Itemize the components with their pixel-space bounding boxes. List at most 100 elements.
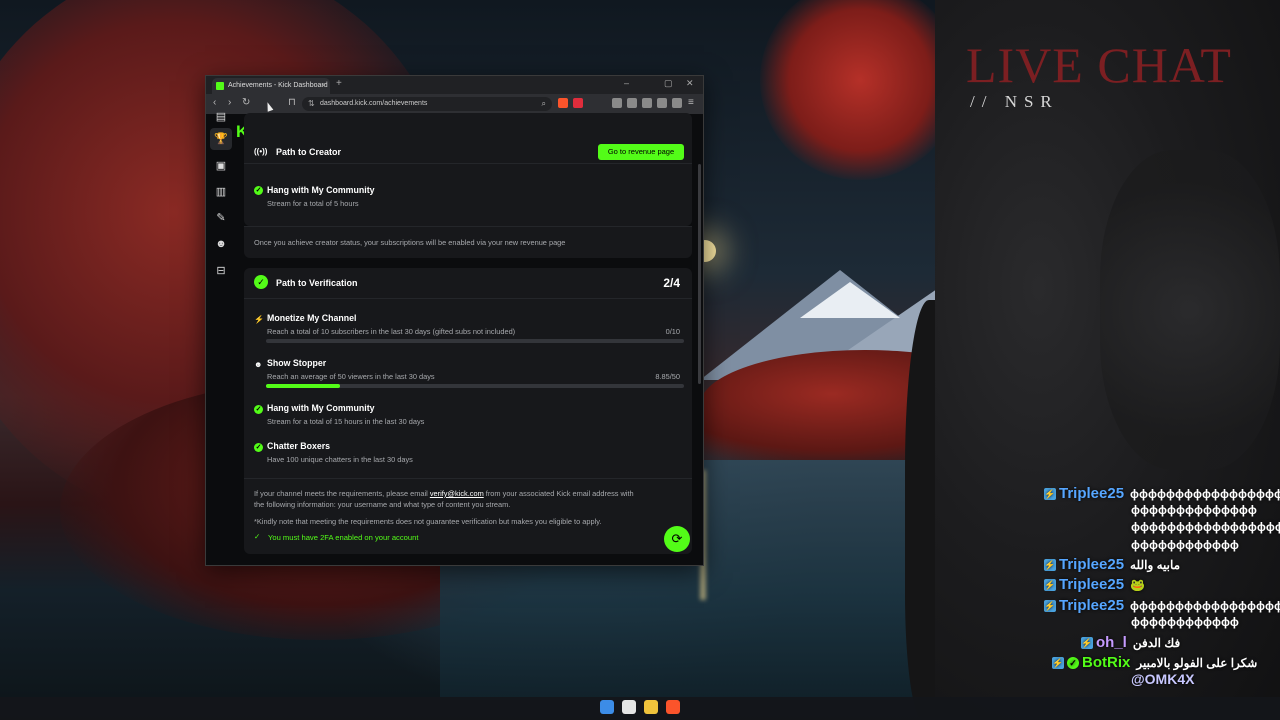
- item-title: Show Stopper: [267, 358, 327, 368]
- maximize-button[interactable]: ▢: [664, 78, 673, 89]
- tab-close-icon[interactable]: ×: [321, 78, 326, 94]
- verification-note: If your channel meets the requirements, …: [254, 488, 694, 510]
- brave-browser-icon[interactable]: [666, 700, 680, 714]
- chat-mention: @OMK4X: [1131, 671, 1195, 687]
- verify-email-link[interactable]: verify@kick.com: [430, 489, 484, 498]
- subscriber-badge-icon: ⚡: [1044, 558, 1056, 571]
- tab-title: Achievements - Kick Dashboard: [228, 82, 328, 89]
- back-icon[interactable]: ‹: [213, 97, 216, 108]
- check-icon: ✓: [254, 405, 263, 414]
- divider: [244, 298, 692, 299]
- item-subtitle: Reach an average of 50 viewers in the la…: [267, 372, 435, 381]
- disclaimer: *Kindly note that meeting the requiremen…: [254, 517, 602, 526]
- browser-toolbar: ‹ › ↻ ⊓ ⇅ dashboard.kick.com/achievement…: [206, 94, 703, 114]
- video-icon[interactable]: ▣: [214, 159, 228, 173]
- item-progress-value: 8.85/50: [655, 372, 680, 381]
- taskbar: [0, 697, 1280, 720]
- subscriber-badge-icon: ⚡: [1044, 578, 1056, 591]
- chat-username: Triplee25: [1059, 576, 1125, 593]
- zoom-icon[interactable]: ⌕: [542, 97, 546, 111]
- path-to-creator-title: Path to Creator: [276, 147, 342, 157]
- scrollbar[interactable]: [698, 164, 701, 384]
- close-window-button[interactable]: ✕: [686, 78, 694, 89]
- subscriber-badge-icon: ⚡: [1081, 636, 1093, 649]
- go-to-revenue-button[interactable]: Go to revenue page: [598, 144, 684, 160]
- verified-badge-icon: ✓: [254, 275, 268, 289]
- url-text: dashboard.kick.com/achievements: [320, 100, 428, 107]
- windows-start-icon[interactable]: [600, 700, 614, 714]
- creator-note: Once you achieve creator status, your su…: [254, 238, 566, 247]
- path-to-creator-card: ((•)) Path to Creator Go to revenue page…: [244, 113, 692, 226]
- item-subtitle: Have 100 unique chatters in the last 30 …: [267, 455, 413, 464]
- monetize-icon: ⚡: [254, 315, 264, 324]
- subscriber-badge-icon: ⚡: [1052, 656, 1064, 669]
- creator-note-panel: Once you achieve creator status, your su…: [244, 226, 692, 258]
- item-subtitle: Stream for a total of 15 hours in the la…: [267, 417, 425, 426]
- address-bar[interactable]: ⇅ dashboard.kick.com/achievements ⌕: [302, 97, 552, 111]
- chat-text: ɸɸɸɸɸɸɸɸɸɸɸɸɸɸɸɸɸɸɸɸɸ: [1130, 486, 1280, 501]
- chat-message: ⚡ oh_l فك الدفن: [1081, 634, 1180, 651]
- brave-shields-icon[interactable]: [558, 98, 568, 108]
- leo-icon[interactable]: [672, 98, 682, 108]
- stream-icon[interactable]: ⊟: [214, 264, 228, 278]
- chat-text-continued: ɸɸɸɸɸɸɸɸɸɸɸɸ: [1131, 538, 1239, 552]
- divider: [244, 226, 692, 227]
- progress-track: [266, 384, 684, 388]
- item-title: Hang with My Community: [267, 403, 375, 413]
- verified-badge-icon: ✓: [1067, 656, 1079, 669]
- vpn-icon[interactable]: [657, 98, 667, 108]
- chat-username: oh_l: [1096, 634, 1127, 651]
- red-leaves: [760, 0, 960, 180]
- menu-icon[interactable]: ≡: [688, 97, 694, 108]
- chat-username: Triplee25: [1059, 556, 1125, 573]
- trophy-icon[interactable]: 🏆: [214, 132, 228, 146]
- subscriber-badge-icon: ⚡: [1044, 487, 1056, 500]
- site-settings-icon[interactable]: ⇅: [308, 97, 315, 111]
- item-progress-value: 0/10: [665, 327, 680, 336]
- analytics-icon[interactable]: ▥: [214, 185, 228, 199]
- browser-window: Achievements - Kick Dashboard × + – ▢ ✕ …: [205, 75, 704, 566]
- subscriber-badge-icon: ⚡: [1044, 599, 1056, 612]
- broadcast-icon: ((•)): [254, 147, 268, 156]
- item-title: Hang with My Community: [267, 185, 375, 195]
- path-to-verification-card: ✓ Path to Verification 2/4 ⚡ Monetize My…: [244, 268, 692, 554]
- chat-message: ⚡ Triplee25 مابيه والله: [1044, 556, 1180, 573]
- chat-message: ⚡ ✓ BotRix شكرا على الفولو بالامبير: [1052, 654, 1257, 671]
- dashboard-sidebar: ▤ 🏆 ▣ ▥ ✎ ☻ ⊟: [206, 111, 236, 565]
- browser-tab[interactable]: Achievements - Kick Dashboard ×: [212, 78, 330, 94]
- note-suffix: from your associated Kick email address …: [483, 489, 634, 498]
- minimize-button[interactable]: –: [624, 78, 629, 88]
- reload-icon[interactable]: ↻: [242, 97, 250, 108]
- emote-icon: 🐸: [1130, 577, 1145, 592]
- bookmark-icon[interactable]: ⊓: [288, 97, 296, 108]
- item-title: Monetize My Channel: [267, 313, 357, 323]
- dashboard-page: ▤ 🏆 ▣ ▥ ✎ ☻ ⊟ K BETA ((•)) Path to Creat…: [206, 111, 703, 565]
- wallet-icon[interactable]: [642, 98, 652, 108]
- sidebar-toggle-icon[interactable]: [627, 98, 637, 108]
- divider: [244, 163, 692, 164]
- item-title: Chatter Boxers: [267, 441, 331, 451]
- extensions-icon[interactable]: [612, 98, 622, 108]
- live-chat-subtitle: // NSR: [970, 92, 1059, 111]
- twofa-status: You must have 2FA enabled on your accoun…: [268, 533, 419, 542]
- note-line2: the following information: your username…: [254, 500, 511, 509]
- forward-icon[interactable]: ›: [228, 97, 231, 108]
- chat-text: شكرا على الفولو بالامبير: [1136, 655, 1258, 670]
- folder-icon[interactable]: [644, 700, 658, 714]
- tools-icon[interactable]: ✎: [214, 211, 228, 225]
- community-icon[interactable]: ☻: [214, 237, 228, 251]
- chat-message: ⚡ Triplee25 ɸɸɸɸɸɸɸɸɸɸɸɸɸɸɸɸɸɸɸɸɸ: [1044, 597, 1280, 614]
- support-chat-button[interactable]: ⟳: [664, 526, 690, 552]
- brave-rewards-icon[interactable]: [573, 98, 583, 108]
- calendar-icon[interactable]: [622, 700, 636, 714]
- chat-text-continued: ɸɸɸɸɸɸɸɸɸɸɸɸɸɸɸɸɸɸɸɸɸ: [1131, 520, 1280, 534]
- chat-username: Triplee25: [1059, 485, 1125, 502]
- progress-track: [266, 339, 684, 343]
- home-icon[interactable]: ▤: [214, 110, 228, 124]
- chat-text: ɸɸɸɸɸɸɸɸɸɸɸɸ: [1131, 615, 1239, 629]
- new-tab-button[interactable]: +: [336, 78, 342, 89]
- title-bar: Achievements - Kick Dashboard × + – ▢ ✕: [206, 76, 703, 94]
- chat-text: ɸɸɸɸɸɸɸɸɸɸɸɸɸɸ: [1131, 503, 1257, 517]
- kick-favicon-icon: [216, 82, 224, 90]
- rock-face: [1100, 150, 1280, 470]
